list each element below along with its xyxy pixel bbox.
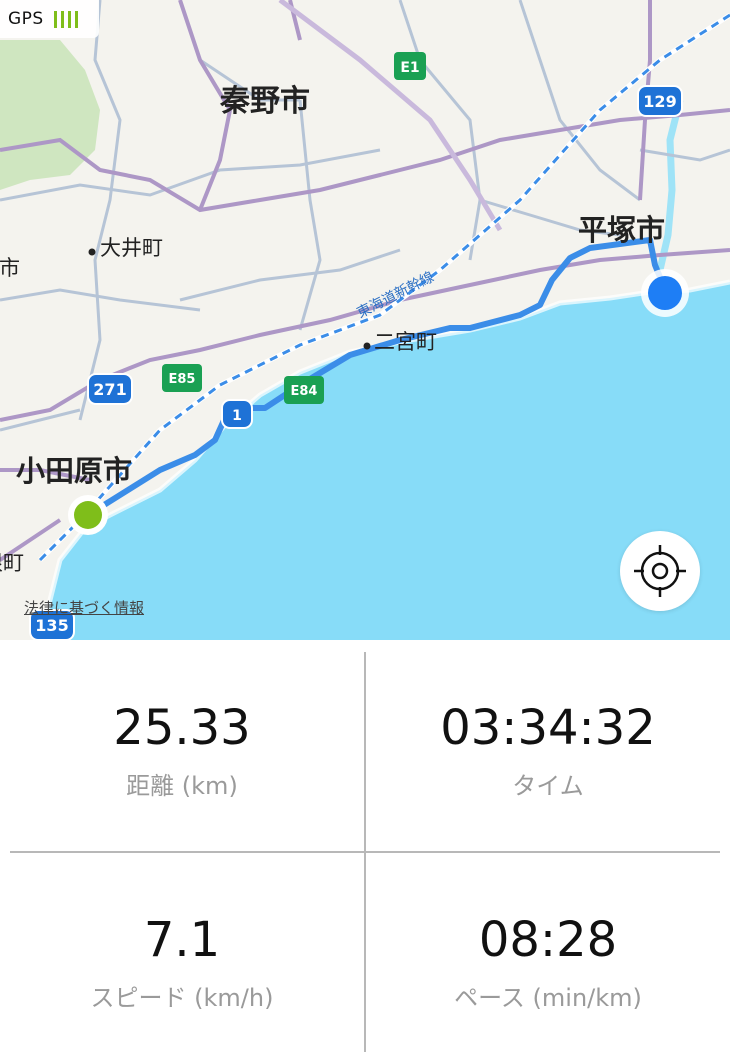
distance-label: 距離 (km) [126,772,238,800]
legal-info-link[interactable]: 法律に基づく情報 [24,597,144,618]
route-271-shield: 271 [87,373,133,405]
speed-label: スピード (km/h) [90,984,274,1012]
gps-status: GPS [0,0,99,38]
stat-distance: 25.33 距離 (km) [0,704,364,801]
expressway-e85-badge: E85 [162,364,202,392]
town-label-ninomiya: 二宮町 [374,330,437,354]
gps-signal-icon [53,10,78,28]
crosshair-icon [634,545,686,597]
town-label-hakone: 根町 [0,551,24,575]
speed-value: 7.1 [143,912,221,968]
stat-speed: 7.1 スピード (km/h) [0,916,364,1013]
city-label-hadano: 秦野市 [220,84,310,119]
route-129-shield: 129 [637,85,683,117]
distance-value: 25.33 [113,700,251,756]
start-marker [68,495,108,535]
time-label: タイム [512,772,584,800]
city-label-hiratsuka: 平塚市 [578,213,666,247]
svg-text:E85: E85 [169,372,196,387]
divider-horizontal [10,851,720,853]
time-value: 03:34:32 [440,700,656,756]
map-view[interactable]: 129 271 135 1 E1 E85 E84 東海道新幹線 秦野市 平塚市 … [0,0,730,640]
gps-label: GPS [8,9,44,29]
svg-text:135: 135 [35,616,68,635]
svg-text:271: 271 [93,380,126,399]
svg-text:129: 129 [643,92,676,111]
town-label-oi: 大井町 [100,236,163,260]
stat-time: 03:34:32 タイム [366,704,730,801]
city-label-odawara: 小田原市 [16,454,133,488]
stat-pace: 08:28 ペース (min/km) [366,916,730,1013]
svg-text:E84: E84 [291,384,318,399]
expressway-e84-badge: E84 [284,376,324,404]
expressway-e1-badge: E1 [394,52,426,80]
end-marker [641,269,689,317]
pace-label: ペース (min/km) [454,984,642,1012]
locate-me-button[interactable] [620,531,700,611]
route-1-shield: 1 [221,399,253,429]
svg-text:1: 1 [232,408,242,424]
stats-panel: 25.33 距離 (km) 03:34:32 タイム 7.1 スピード (km/… [0,640,730,1064]
town-label-left: 南市 [0,256,20,280]
pace-value: 08:28 [478,912,618,968]
svg-text:E1: E1 [400,60,419,76]
